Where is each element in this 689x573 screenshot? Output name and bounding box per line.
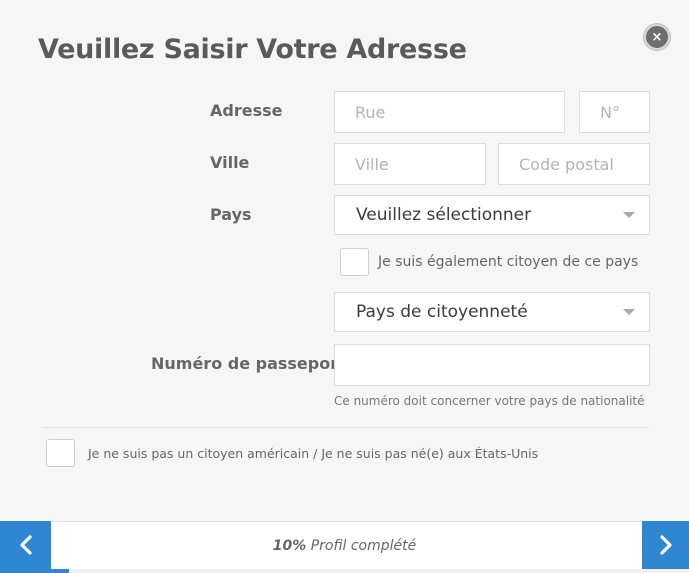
citizenship-select-value: Pays de citoyenneté — [356, 302, 528, 322]
citizen-checkbox[interactable] — [340, 248, 369, 276]
close-icon: × — [651, 29, 663, 45]
street-input[interactable] — [335, 92, 564, 132]
divider — [43, 427, 649, 428]
us-citizen-checkbox[interactable] — [46, 439, 75, 467]
close-button[interactable]: × — [644, 24, 670, 50]
chevron-down-icon — [623, 212, 635, 218]
passport-field[interactable] — [334, 344, 650, 386]
page-title: Veuillez Saisir Votre Adresse — [38, 34, 467, 65]
progress-percent: 10% — [272, 538, 307, 554]
citizen-checkbox-label: Je suis également citoyen de ce pays — [378, 254, 639, 270]
address-label: Adresse — [210, 101, 283, 120]
street-field[interactable] — [334, 91, 565, 133]
citizenship-select[interactable]: Pays de citoyenneté — [334, 292, 650, 332]
progress-bar — [0, 569, 689, 573]
city-input[interactable] — [335, 144, 485, 184]
country-select[interactable]: Veuillez sélectionner — [334, 195, 650, 235]
passport-label: Numéro de passeport — [151, 354, 346, 373]
passport-input[interactable] — [335, 345, 649, 385]
us-citizen-checkbox-label: Je ne suis pas un citoyen américain / Je… — [88, 446, 539, 461]
postal-code-input[interactable] — [499, 144, 649, 184]
country-select-value: Veuillez sélectionner — [356, 205, 532, 225]
passport-hint: Ce numéro doit concerner votre pays de n… — [334, 394, 645, 408]
number-input[interactable] — [580, 92, 649, 132]
city-label: Ville — [210, 153, 250, 172]
country-label: Pays — [210, 205, 252, 224]
progress-suffix: Profil complété — [306, 538, 417, 554]
number-field[interactable] — [579, 91, 650, 133]
city-field[interactable] — [334, 143, 486, 185]
progress-status: 10% Profil complété — [0, 538, 689, 554]
progress-fill — [0, 569, 69, 573]
postal-code-field[interactable] — [498, 143, 650, 185]
chevron-down-icon — [623, 309, 635, 315]
